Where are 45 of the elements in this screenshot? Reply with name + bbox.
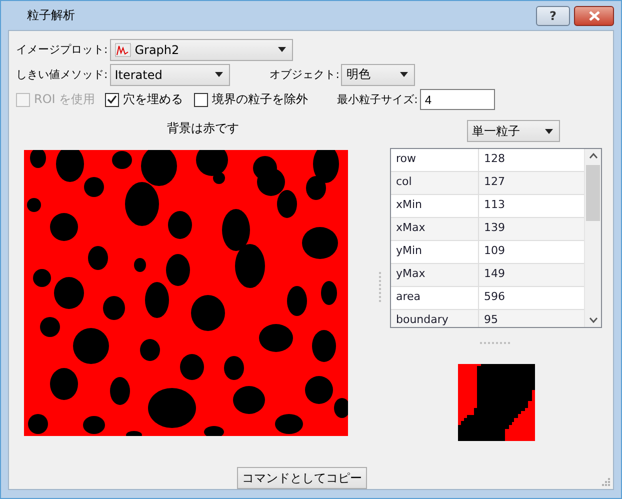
property-value-cell-text: 95 [483,312,499,327]
property-value-cell-text: 139 [483,220,506,236]
image-caption: 背景は赤です [167,120,239,137]
splitter-handle[interactable] [378,272,382,304]
help-button[interactable]: ? [536,6,570,26]
checkbox-label: 穴を埋める [123,91,184,108]
dropdown-arrow-icon [278,47,286,52]
property-value-cell-text: 113 [483,197,506,213]
property-value-cell-text: 128 [483,151,506,167]
min-particle-size-field[interactable]: 4 [420,89,495,110]
graph-icon [114,42,131,56]
resize-grip-icon [602,478,611,487]
object-dropdown[interactable]: 明色 [341,64,416,86]
checkbox[interactable] [105,92,120,106]
field-label: イメージプロット: [16,42,108,57]
field-label: 最小粒子サイズ: [337,92,418,107]
copy-command-button[interactable]: コマンドとしてコピー [237,467,367,489]
close-button[interactable] [574,6,614,26]
image-plot-dropdown[interactable]: Graph2 [110,38,293,60]
property-name-cell: yMax [391,264,479,286]
property-name-cell: row [391,149,479,171]
particle-mode-dropdown[interactable]: 単一粒子 [467,120,560,142]
property-value-cell-text: 109 [483,243,506,259]
property-name-cell: area [391,287,479,309]
dropdown-arrow-icon [545,128,553,134]
close-icon [588,10,600,20]
splitter-handle[interactable] [480,342,512,345]
threshold-method-dropdown[interactable]: Iterated [110,64,230,86]
scrollbar[interactable] [584,149,601,327]
field-label: しきい値メソッド: [16,67,108,82]
property-name-cell: yMin [391,241,479,263]
property-value-cell-text: 149 [483,266,506,282]
checkbox-label: 境界の粒子を除外 [212,91,308,108]
dropdown-arrow-icon [400,72,408,77]
property-value-cell-text: 596 [483,289,506,305]
property-name-cell: xMin [391,195,479,217]
checkbox-label: ROI を使用 [34,91,96,108]
property-name-cell: xMax [391,218,479,240]
window-title: 粒子解析 [27,7,76,24]
checkbox[interactable] [194,92,208,106]
property-name-cell: col [391,172,479,194]
property-name-cell: boundary [391,310,479,327]
property-value-cell-text: 127 [483,174,506,190]
field-label: オブジェクト: [270,67,340,82]
dropdown-arrow-icon [214,72,223,77]
